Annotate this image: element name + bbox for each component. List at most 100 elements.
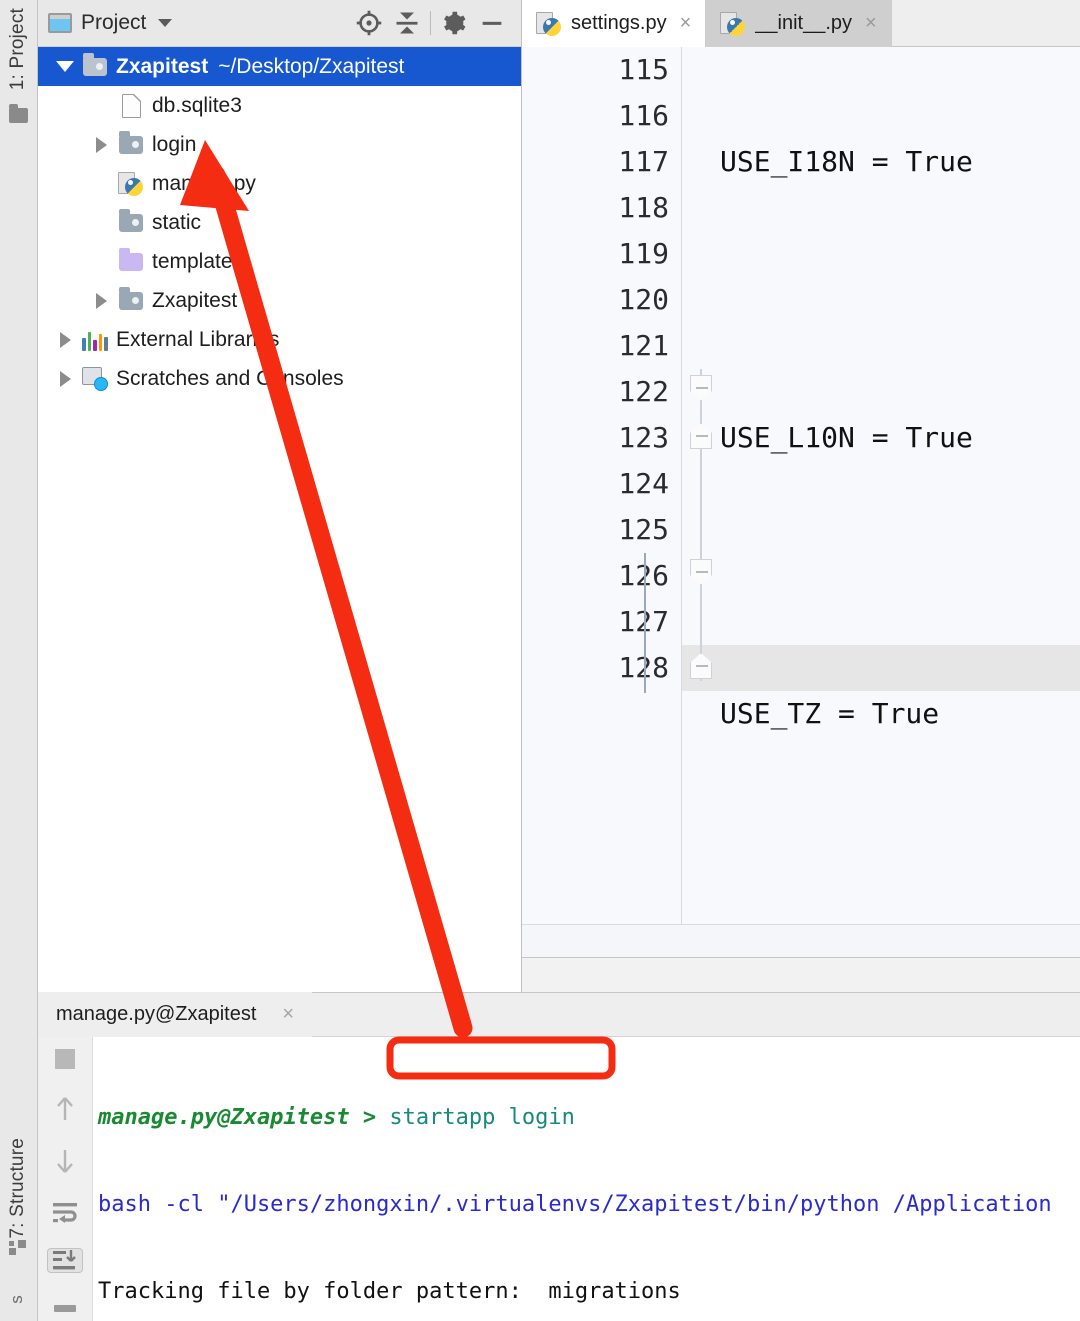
run-tool-window: manage.py@Zxapitest × manage.py@Zxapites… <box>38 992 1080 1321</box>
twisty-right-icon[interactable] <box>86 292 116 309</box>
structure-squares-icon <box>9 1240 26 1257</box>
libraries-icon <box>80 329 110 351</box>
tree-item-manage-py[interactable]: manage.py <box>38 164 521 203</box>
tree-item-label: Scratches and Consoles <box>116 366 344 390</box>
sidebar-tab-project[interactable]: 1: Project <box>7 8 29 90</box>
stop-icon[interactable] <box>47 1047 83 1071</box>
line-number: 116 <box>618 99 669 132</box>
fold-marker-icon[interactable] <box>690 559 712 585</box>
line-number: 117 <box>618 145 669 178</box>
code-editor[interactable]: 115 116 117 118 119 120 121 122 123 124 … <box>522 47 1080 924</box>
code-line: USE_L10N = True <box>720 421 973 454</box>
twisty-right-icon[interactable] <box>50 331 80 348</box>
line-number: 121 <box>618 329 669 362</box>
down-arrow-icon[interactable] <box>47 1147 83 1175</box>
twisty-right-icon[interactable] <box>86 136 116 153</box>
locate-icon[interactable] <box>350 4 388 42</box>
file-icon <box>116 93 146 118</box>
run-tab-manage-py[interactable]: manage.py@Zxapitest × <box>38 992 313 1037</box>
fold-region-line <box>700 369 702 681</box>
console-text: Tracking file by folder pattern: migrati… <box>98 1279 681 1304</box>
scroll-to-end-icon[interactable] <box>47 1247 83 1273</box>
tree-item-templates[interactable]: templates <box>38 242 521 281</box>
project-tool-window: Project Zxapitest ~/Desktop/Zxapitest db… <box>38 0 522 992</box>
twisty-down-icon[interactable] <box>50 61 80 72</box>
tree-item-zxapitest-root[interactable]: Zxapitest ~/Desktop/Zxapitest <box>38 47 521 86</box>
tree-item-label: manage.py <box>152 171 256 195</box>
collapse-all-icon[interactable] <box>388 4 426 42</box>
code-line: USE_TZ = True <box>720 697 940 730</box>
tab-init-py[interactable]: __init__.py × <box>706 0 892 47</box>
chevron-down-icon[interactable] <box>158 19 173 27</box>
tree-item-zxapitest-package[interactable]: Zxapitest <box>38 281 521 320</box>
project-panel-header: Project <box>38 0 521 47</box>
sidebar-tab-structure[interactable]: 7: Structure <box>7 1138 29 1239</box>
tree-item-label: External Libraries <box>116 327 280 351</box>
minimize-icon[interactable] <box>473 4 511 42</box>
line-number: 115 <box>618 53 669 86</box>
line-number: 124 <box>618 467 669 500</box>
tab-bar-empty-area <box>891 0 1080 46</box>
project-panel-title: Project <box>81 11 147 34</box>
line-number: 119 <box>618 237 669 270</box>
folder-purple-icon <box>116 247 146 271</box>
project-window-icon <box>48 13 72 33</box>
toolbar-divider <box>430 11 431 35</box>
indent-guide <box>644 553 646 693</box>
tab-label: settings.py <box>571 12 667 34</box>
tab-label: __init__.py <box>755 12 853 34</box>
code-folding-gutter[interactable] <box>644 47 720 924</box>
close-icon[interactable]: × <box>865 12 877 35</box>
left-tool-strip: 1: Project 7: Structure s <box>0 0 38 1321</box>
folder-icon <box>116 208 146 232</box>
tree-item-label: templates <box>152 249 244 273</box>
console-prompt: manage.py@Zxapitest > <box>98 1105 390 1130</box>
line-number: 125 <box>618 513 669 546</box>
editor-tab-bar: settings.py × __init__.py × <box>522 0 1080 47</box>
close-icon[interactable]: × <box>282 1003 294 1026</box>
print-icon[interactable] <box>47 1297 83 1321</box>
line-number: 122 <box>618 375 669 408</box>
code-text-area[interactable]: USE_I18N = True USE_L10N = True USE_TZ =… <box>720 47 1080 924</box>
tree-item-label: login <box>152 132 197 156</box>
run-toolbar <box>38 1037 93 1321</box>
run-tab-bar: manage.py@Zxapitest × <box>38 992 1080 1037</box>
console-text: bash -cl "/Users/zhongxin/.virtualenvs/Z… <box>98 1192 1052 1217</box>
python-file-icon <box>720 11 746 37</box>
sidebar-tab-extra[interactable]: s <box>7 1295 27 1304</box>
folder-icon <box>80 52 110 76</box>
tree-item-external-libraries[interactable]: External Libraries <box>38 320 521 359</box>
python-file-icon <box>536 11 562 37</box>
console-line: manage.py@Zxapitest > startapp login <box>98 1103 1080 1132</box>
up-arrow-icon[interactable] <box>47 1095 83 1123</box>
project-tree: Zxapitest ~/Desktop/Zxapitest db.sqlite3… <box>38 47 521 398</box>
project-folder-icon <box>9 104 28 123</box>
fold-marker-icon[interactable] <box>690 375 712 401</box>
tab-settings-py[interactable]: settings.py × <box>522 0 707 47</box>
soft-wrap-icon[interactable] <box>47 1199 83 1223</box>
tree-item-label: Zxapitest <box>152 288 238 312</box>
run-console-output[interactable]: manage.py@Zxapitest > startapp login bas… <box>94 1037 1080 1321</box>
console-line: Tracking file by folder pattern: migrati… <box>98 1277 1080 1306</box>
fold-marker-icon[interactable] <box>690 423 712 449</box>
line-number: 123 <box>618 421 669 454</box>
tree-item-static[interactable]: static <box>38 203 521 242</box>
gear-icon[interactable] <box>435 4 473 42</box>
tree-item-scratches-and-consoles[interactable]: Scratches and Consoles <box>38 359 521 398</box>
code-line: USE_I18N = True <box>720 145 973 178</box>
console-line: bash -cl "/Users/zhongxin/.virtualenvs/Z… <box>98 1190 1080 1219</box>
tree-item-login[interactable]: login <box>38 125 521 164</box>
fold-marker-icon[interactable] <box>690 653 712 679</box>
twisty-right-icon[interactable] <box>50 370 80 387</box>
python-file-icon <box>116 171 146 197</box>
line-number: 120 <box>618 283 669 316</box>
tree-item-label: db.sqlite3 <box>152 93 242 117</box>
folder-icon <box>116 286 146 310</box>
console-command: startapp login <box>389 1105 575 1130</box>
line-number-gutter: 115 116 117 118 119 120 121 122 123 124 … <box>522 47 682 924</box>
close-icon[interactable]: × <box>680 12 692 35</box>
tree-item-label: Zxapitest <box>116 54 209 78</box>
tree-item-db-sqlite3[interactable]: db.sqlite3 <box>38 86 521 125</box>
